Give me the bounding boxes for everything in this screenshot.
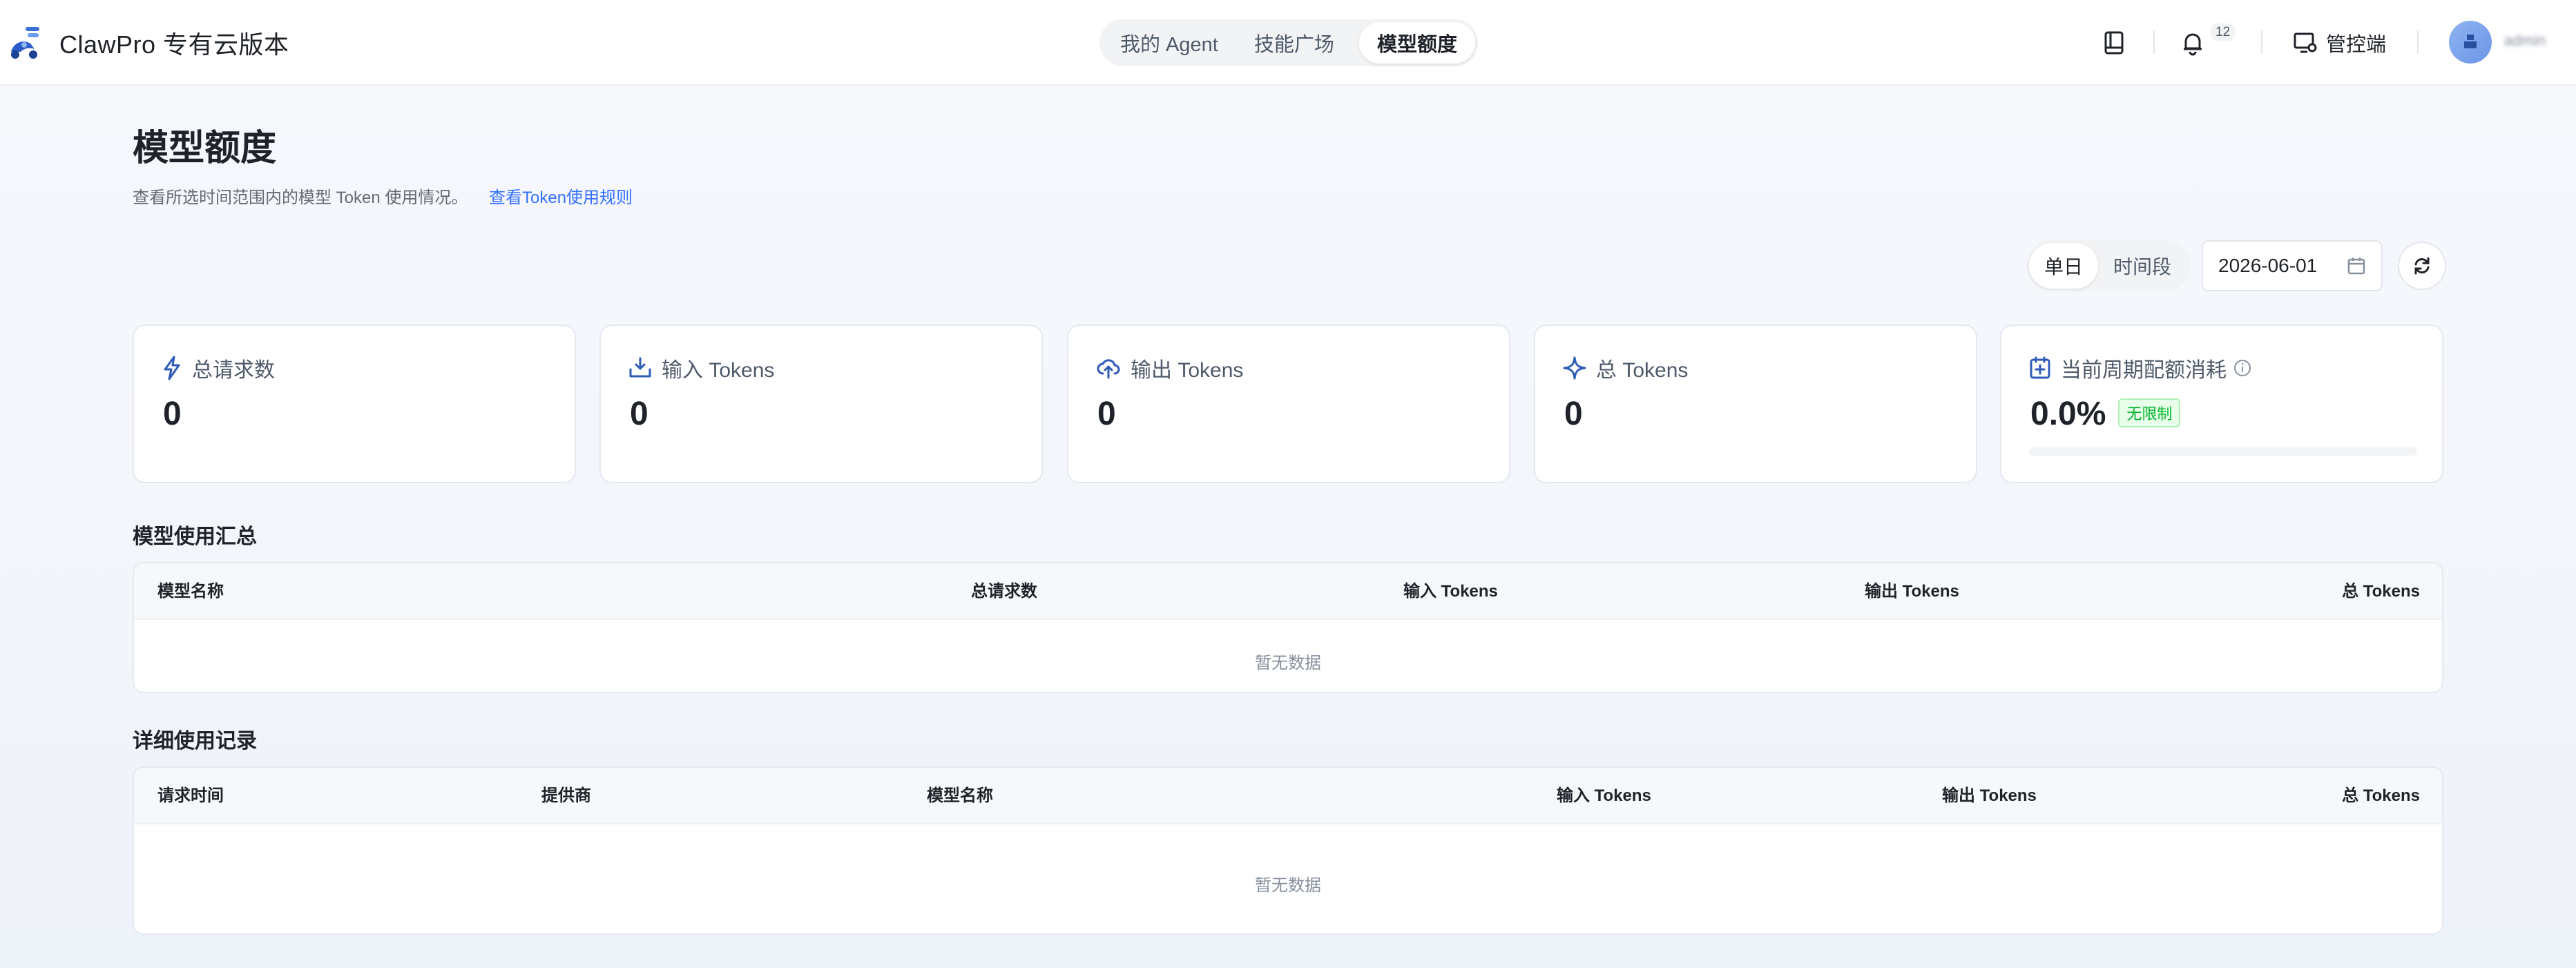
stat-card-input-tokens: 输入 Tokens 0 <box>599 325 1043 483</box>
column-header: 总 Tokens <box>2342 582 2420 601</box>
column-header: 输入 Tokens <box>1557 786 1651 805</box>
book-icon <box>2102 30 2126 55</box>
stat-card-output-tokens: 输出 Tokens 0 <box>1067 325 1510 483</box>
summary-section-title: 模型使用汇总 <box>133 525 257 548</box>
date-picker-input[interactable]: 2026-06-01 <box>2202 240 2383 291</box>
bell-icon <box>2181 30 2204 56</box>
inbox-download-icon <box>628 357 652 379</box>
divider <box>2261 30 2262 54</box>
tab-model-quota[interactable]: 模型额度 <box>1358 22 1475 64</box>
stat-card-total-tokens: 总 Tokens 0 <box>1534 325 1977 483</box>
refresh-button[interactable] <box>2398 242 2446 290</box>
column-header: 模型名称 <box>157 582 224 601</box>
stat-value: 0 <box>1564 396 1583 432</box>
details-section-title: 详细使用记录 <box>133 730 257 753</box>
app-title: ClawPro 专有云版本 <box>59 30 289 59</box>
page-description: 查看所选时间范围内的模型 Token 使用情况。 <box>133 188 468 207</box>
clawpro-logo-icon <box>7 24 44 61</box>
tab-my-agent[interactable]: 我的 Agent <box>1102 22 1236 64</box>
user-avatar[interactable] <box>2449 21 2492 64</box>
date-value: 2026-06-01 <box>2218 255 2318 276</box>
table-header: 模型名称 总请求数 输入 Tokens 输出 Tokens 总 Tokens <box>134 563 2442 620</box>
admin-console-label: 管控端 <box>2326 34 2387 56</box>
stat-value: 0 <box>163 396 182 432</box>
unlimited-tag: 无限制 <box>2118 398 2181 427</box>
user-avatar-icon <box>2460 32 2481 52</box>
stat-value: 0 <box>1097 396 1116 432</box>
table-header: 请求时间 提供商 模型名称 输入 Tokens 输出 Tokens 总 Toke… <box>134 768 2442 824</box>
column-header: 总请求数 <box>971 582 1037 601</box>
admin-console-button[interactable]: 管控端 <box>2293 28 2386 58</box>
main-nav-tabs: 我的 Agent 技能广场 模型额度 <box>1099 19 1478 66</box>
column-header: 总 Tokens <box>2342 786 2420 805</box>
refresh-icon <box>2412 255 2432 276</box>
docs-button[interactable] <box>2102 28 2126 58</box>
notifications-button[interactable] <box>2181 28 2204 58</box>
sparkle-icon <box>1563 356 1586 380</box>
stat-value: 0.0% 无限制 <box>2030 395 2181 433</box>
stat-card-total-requests: 总请求数 0 <box>133 325 576 483</box>
lightning-icon <box>162 356 182 380</box>
top-navigation-bar: ClawPro 专有云版本 我的 Agent 技能广场 模型额度 12 管控端 … <box>0 0 2576 86</box>
stat-label: 输出 Tokens <box>1131 359 1244 382</box>
cloud-upload-icon <box>1096 357 1121 379</box>
date-mode-segmented-control: 单日 时间段 <box>2026 240 2191 291</box>
stat-label: 总 Tokens <box>1596 359 1689 382</box>
stat-value: 0 <box>630 396 648 432</box>
token-rules-link[interactable]: 查看Token使用规则 <box>489 184 633 208</box>
mode-time-range[interactable]: 时间段 <box>2098 243 2186 289</box>
info-icon[interactable] <box>2233 359 2251 377</box>
column-header: 模型名称 <box>927 786 993 805</box>
tab-skill-plaza[interactable]: 技能广场 <box>1236 22 1352 64</box>
empty-state: 暂无数据 <box>1255 876 1321 895</box>
brand[interactable]: ClawPro 专有云版本 <box>7 19 289 66</box>
monitor-settings-icon <box>2293 31 2318 55</box>
empty-state: 暂无数据 <box>1255 654 1321 672</box>
stat-label: 总请求数 <box>192 359 275 382</box>
stat-card-quota-usage: 当前周期配额消耗 0.0% 无限制 <box>2000 325 2443 483</box>
username[interactable]: admin <box>2504 32 2562 52</box>
notification-count-badge: 12 <box>2210 23 2236 41</box>
calendar-icon <box>2347 256 2366 275</box>
detailed-usage-records-table: 请求时间 提供商 模型名称 输入 Tokens 输出 Tokens 总 Toke… <box>133 766 2443 935</box>
calendar-plus-icon <box>2029 356 2051 380</box>
divider <box>2153 30 2155 54</box>
stat-label: 当前周期配额消耗 <box>2061 359 2227 382</box>
column-header: 请求时间 <box>157 786 224 805</box>
column-header: 输入 Tokens <box>1403 582 1498 601</box>
quota-percent: 0.0% <box>2030 396 2106 432</box>
column-header: 提供商 <box>541 786 591 805</box>
column-header: 输出 Tokens <box>1865 582 1959 601</box>
divider <box>2417 30 2419 54</box>
model-usage-summary-table: 模型名称 总请求数 输入 Tokens 输出 Tokens 总 Tokens 暂… <box>133 562 2443 693</box>
mode-single-day[interactable]: 单日 <box>2029 243 2099 289</box>
stat-label: 输入 Tokens <box>662 359 775 382</box>
column-header: 输出 Tokens <box>1942 786 2037 805</box>
page-title: 模型额度 <box>133 128 277 168</box>
quota-progress-bar <box>2029 447 2417 456</box>
